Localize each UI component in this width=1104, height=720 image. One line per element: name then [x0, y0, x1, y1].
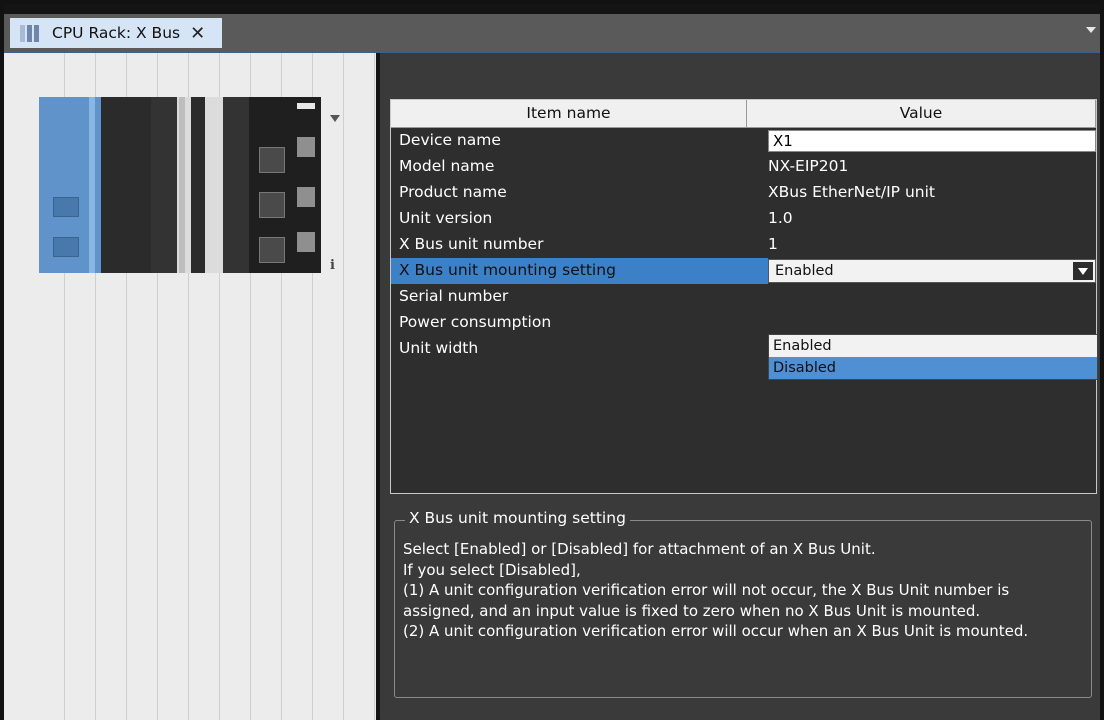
description-line: If you select [Disabled], [403, 560, 581, 579]
ethernet-port-icon [53, 197, 79, 217]
row-name: Power consumption [399, 313, 552, 331]
row-name: Unit version [399, 209, 493, 227]
mounting-setting-select[interactable]: Enabled [768, 259, 1096, 283]
table-row[interactable]: Serial number [391, 284, 1096, 310]
dropdown-arrow-icon[interactable] [1073, 262, 1093, 280]
mounting-setting-dropdown-list: Enabled Disabled [768, 334, 1098, 380]
option-disabled[interactable]: Disabled [769, 357, 1097, 379]
row-name: Device name [399, 131, 501, 149]
description-title: X Bus unit mounting setting [405, 509, 630, 527]
unit-slot[interactable] [223, 97, 249, 273]
grid-header: Item name Value [391, 100, 1096, 128]
description-line: (2) A unit configuration verification er… [403, 622, 1029, 640]
table-row[interactable]: Device name [391, 128, 1096, 154]
unit-slot[interactable] [101, 97, 151, 273]
table-row[interactable]: Power consumption [391, 310, 1096, 336]
close-icon[interactable]: ✕ [190, 23, 205, 44]
column-header-value[interactable]: Value [747, 100, 1096, 128]
cpu-unit[interactable] [39, 97, 101, 273]
rj45-port-icon [259, 192, 285, 218]
xbus-unit-selected[interactable] [177, 97, 223, 273]
tab-menu-chevron-icon[interactable] [1086, 27, 1096, 33]
description-group: X Bus unit mounting setting Select [Enab… [394, 509, 1092, 698]
rack-icon [20, 24, 44, 42]
row-value: NX-EIP201 [768, 157, 849, 175]
tab-cpu-rack[interactable]: CPU Rack: X Bus ✕ [10, 18, 222, 48]
properties-panel: Item name Value Device name Model name N… [380, 53, 1100, 720]
ethernet-port-icon [53, 237, 79, 257]
table-row-selected[interactable]: X Bus unit mounting setting Enabled [391, 258, 1096, 284]
row-name: Unit width [399, 339, 479, 357]
window: CPU Rack: X Bus ✕ i Item name Value Devi… [0, 0, 1104, 720]
row-name: Product name [399, 183, 507, 201]
select-value: Enabled [775, 263, 834, 279]
rj45-port-icon [259, 147, 285, 173]
rack-panel: i [34, 53, 376, 720]
row-name: X Bus unit number [399, 235, 544, 253]
io-unit[interactable] [249, 97, 321, 273]
tab-bar: CPU Rack: X Bus ✕ [4, 14, 1100, 51]
info-icon[interactable]: i [330, 258, 335, 273]
row-value: XBus EtherNet/IP unit [768, 183, 935, 201]
rj45-port-icon [259, 237, 285, 263]
row-name: Serial number [399, 287, 509, 305]
description-body: Select [Enabled] or [Disabled] for attac… [403, 539, 1083, 642]
row-name: X Bus unit mounting setting [399, 261, 616, 279]
cpu-rack-image[interactable] [39, 97, 321, 273]
row-value: 1.0 [768, 209, 793, 227]
column-header-item-name[interactable]: Item name [391, 100, 747, 128]
tab-label: CPU Rack: X Bus [52, 24, 181, 42]
table-row[interactable]: Model name NX-EIP201 [391, 154, 1096, 180]
unit-slot[interactable] [151, 97, 177, 273]
table-row[interactable]: Unit version 1.0 [391, 206, 1096, 232]
option-enabled[interactable]: Enabled [769, 335, 1097, 357]
rack-margin [4, 53, 34, 720]
table-row[interactable]: Product name XBus EtherNet/IP unit [391, 180, 1096, 206]
row-value: 1 [768, 235, 778, 253]
property-grid: Item name Value Device name Model name N… [390, 99, 1097, 494]
device-name-input[interactable] [768, 130, 1096, 152]
description-line: Select [Enabled] or [Disabled] for attac… [403, 540, 876, 558]
description-line: (1) A unit configuration verification er… [403, 581, 1010, 620]
rack-dropdown-chevron-icon[interactable] [330, 115, 340, 122]
row-name: Model name [399, 157, 495, 175]
table-row[interactable]: X Bus unit number 1 [391, 232, 1096, 258]
